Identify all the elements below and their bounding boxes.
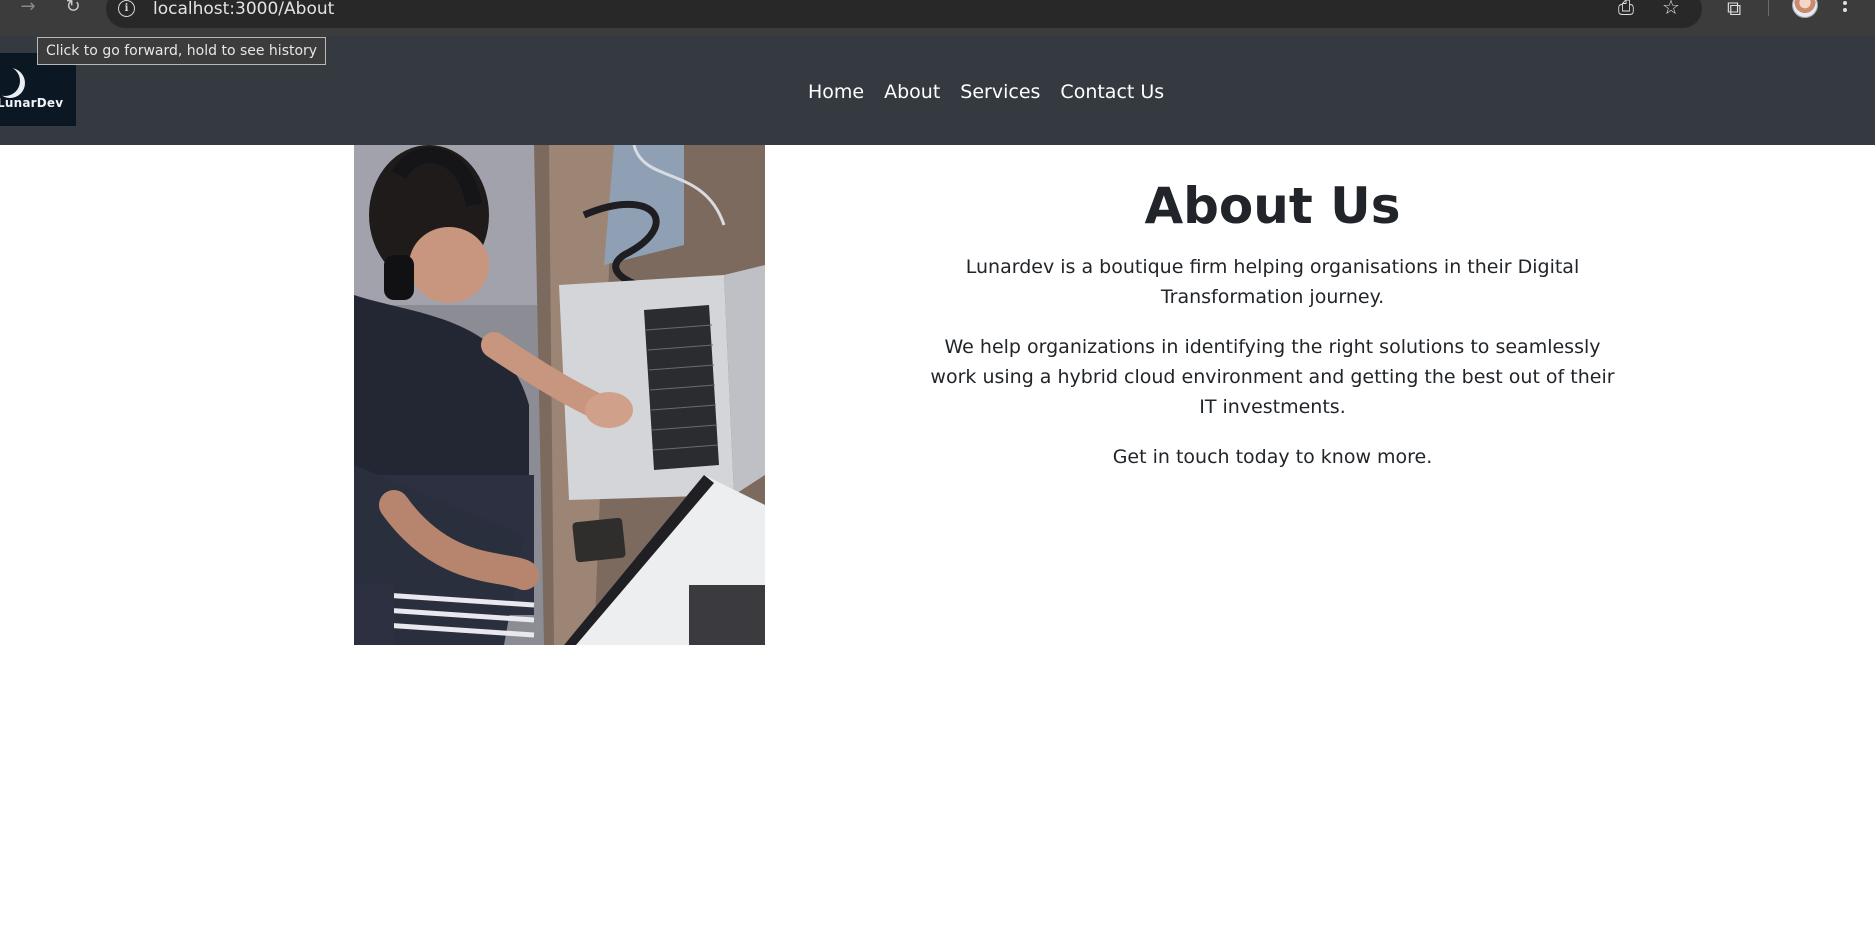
nav-link-contact-us[interactable]: Contact Us: [1060, 81, 1164, 103]
install-app-icon[interactable]: ⎙: [1618, 0, 1634, 17]
forward-arrow-icon[interactable]: →: [14, 0, 42, 20]
nav-link-services[interactable]: Services: [960, 81, 1040, 103]
main-nav: Home About Services Contact Us: [808, 81, 1164, 103]
page-title: About Us: [1144, 177, 1401, 235]
profile-avatar[interactable]: [1792, 0, 1818, 18]
about-paragraph-3: Get in touch today to know more.: [1112, 446, 1433, 468]
url-text[interactable]: localhost:3000/About: [153, 0, 334, 19]
bookmark-star-icon[interactable]: ☆: [1662, 0, 1680, 17]
nav-link-about[interactable]: About: [884, 81, 940, 103]
moon-icon: [0, 66, 20, 96]
logo-text: LunarDev: [0, 96, 64, 110]
about-paragraph-1: Lunardev is a boutique firm helping orga…: [965, 256, 1580, 308]
reload-icon[interactable]: ↻: [59, 0, 87, 20]
nav-link-home[interactable]: Home: [808, 81, 864, 103]
extensions-icon[interactable]: ⧉: [1727, 0, 1741, 18]
about-paragraph-2: We help organizations in identifying the…: [930, 336, 1615, 418]
forward-tooltip: Click to go forward, hold to see history: [37, 37, 327, 65]
about-section: About Us Lunardev is a boutique firm hel…: [930, 170, 1615, 492]
browser-toolbar: → ↻ i localhost:3000/About ⎙ ☆ ⧉: [0, 0, 1875, 37]
site-info-icon[interactable]: i: [118, 0, 135, 17]
menu-dots-icon[interactable]: [1843, 0, 1847, 15]
about-photo: [354, 145, 765, 645]
toolbar-divider: [1768, 0, 1769, 16]
address-bar[interactable]: i localhost:3000/About ⎙ ☆: [106, 0, 1702, 28]
